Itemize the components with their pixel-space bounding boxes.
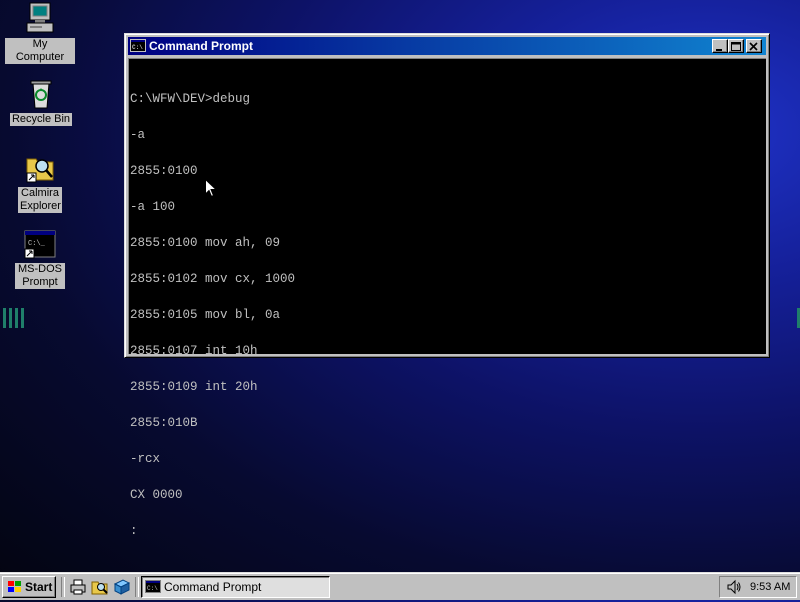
console-line: 2855:0109 int 20h	[130, 380, 258, 394]
recycle-bin-icon	[25, 77, 57, 111]
desktop-icon-label: My Computer	[5, 38, 75, 64]
minimize-icon	[716, 49, 722, 51]
window-titlebar[interactable]: C:\ Command Prompt	[128, 37, 766, 55]
taskbar: Start C:\ Command Prompt 9:53 AM	[0, 572, 800, 600]
edge-marker	[9, 308, 12, 328]
console-line: 2855:0102 mov cx, 1000	[130, 272, 296, 286]
desktop-icon-label: MS-DOS Prompt	[15, 263, 65, 289]
quicklaunch-program-icon[interactable]	[113, 578, 131, 596]
close-icon	[749, 42, 758, 51]
svg-text:C:\: C:\	[132, 44, 143, 51]
minimize-button[interactable]	[712, 39, 728, 53]
msdos-icon: C:\	[130, 38, 146, 54]
quicklaunch-explorer-icon[interactable]	[91, 578, 109, 596]
system-tray: 9:53 AM	[719, 576, 797, 598]
console-line: :	[130, 524, 138, 538]
desktop-icon-label: Recycle Bin	[9, 113, 73, 126]
edge-marker	[15, 308, 18, 328]
start-label: Start	[25, 580, 53, 594]
desktop-icon-calmira-explorer[interactable]: Calmira Explorer	[5, 151, 75, 213]
start-button[interactable]: Start	[2, 576, 56, 598]
msdos-icon: C:\_	[24, 229, 56, 261]
console-output[interactable]: C:\WFW\DEV>debug -a 2855:0100 -a 100 285…	[128, 58, 766, 537]
desktop-icon-my-computer[interactable]: My Computer	[5, 2, 75, 64]
speaker-icon[interactable]	[726, 579, 742, 595]
taskbar-separator	[135, 577, 139, 597]
taskbar-separator	[61, 577, 65, 597]
close-button[interactable]	[746, 39, 762, 53]
console-line: 2855:0100 mov ah, 09	[130, 236, 281, 250]
console-line: C:\WFW\DEV>debug	[130, 92, 251, 106]
computer-icon	[24, 2, 56, 36]
taskbar-button-command-prompt[interactable]: C:\ Command Prompt	[141, 576, 330, 598]
console-line: -a	[130, 128, 146, 142]
desktop-icon-recycle-bin[interactable]: Recycle Bin	[6, 77, 76, 126]
maximize-button[interactable]	[728, 39, 744, 53]
window-title: Command Prompt	[149, 39, 254, 53]
quicklaunch-printer-icon[interactable]	[69, 578, 87, 596]
console-line: -a 100	[130, 200, 176, 214]
console-line: 2855:0107 int 10h	[130, 344, 258, 358]
console-line: CX 0000	[130, 488, 183, 502]
explorer-icon	[24, 151, 56, 185]
windows-logo-icon	[7, 580, 23, 594]
desktop-icon-label: Calmira Explorer	[18, 187, 62, 213]
maximize-icon	[731, 42, 741, 51]
mouse-cursor-icon	[205, 179, 217, 198]
console-line: 2855:0100	[130, 164, 198, 178]
edge-marker	[21, 308, 24, 328]
command-prompt-window[interactable]: C:\ Command Prompt C:\WFW\DEV>debug -a 2…	[124, 33, 770, 537]
svg-text:C:\_: C:\_	[28, 240, 46, 248]
console-line: 2855:0105 mov bl, 0a	[130, 308, 281, 322]
svg-text:C:\: C:\	[147, 585, 158, 592]
msdos-icon: C:\	[145, 579, 161, 595]
console-line: -rcx	[130, 452, 161, 466]
console-line: 2855:010B	[130, 416, 198, 430]
desktop-icon-msdos-prompt[interactable]: C:\_ MS-DOS Prompt	[5, 229, 75, 289]
edge-marker	[3, 308, 6, 328]
taskbar-clock[interactable]: 9:53 AM	[750, 577, 790, 597]
taskbar-button-label: Command Prompt	[164, 580, 262, 594]
